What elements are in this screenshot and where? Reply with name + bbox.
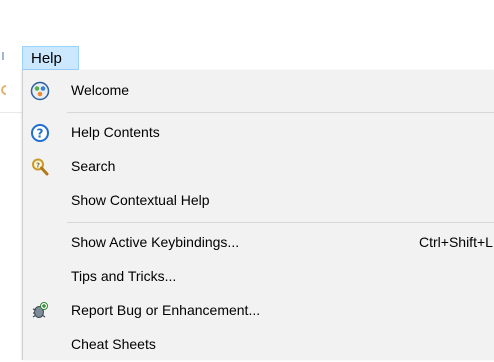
help-dropdown-menu: Welcome ? Help Contents ? Search Show Co… bbox=[22, 70, 494, 360]
help-menu-title[interactable]: Help bbox=[22, 46, 79, 70]
search-help-icon: ? bbox=[30, 157, 50, 177]
background-toolbar-icon bbox=[1, 85, 6, 95]
menu-item-search[interactable]: ? Search bbox=[23, 150, 494, 184]
menu-item-cheat-sheets[interactable]: Cheat Sheets bbox=[23, 328, 494, 362]
menu-separator bbox=[67, 112, 494, 113]
menu-item-label: Help Contents bbox=[71, 124, 160, 140]
menu-item-report-bug[interactable]: Report Bug or Enhancement... bbox=[23, 294, 494, 328]
welcome-icon bbox=[30, 81, 50, 101]
svg-text:?: ? bbox=[37, 127, 44, 141]
menu-item-tips-and-tricks[interactable]: Tips and Tricks... bbox=[23, 260, 494, 294]
menu-separator bbox=[67, 222, 494, 223]
menu-item-show-contextual-help[interactable]: Show Contextual Help bbox=[23, 184, 494, 218]
menu-item-label: Show Contextual Help bbox=[71, 192, 210, 208]
svg-text:?: ? bbox=[36, 162, 40, 170]
menu-item-label: Cheat Sheets bbox=[71, 336, 156, 352]
menu-item-welcome[interactable]: Welcome bbox=[23, 74, 494, 108]
help-question-icon: ? bbox=[30, 123, 50, 143]
menu-item-label: Tips and Tricks... bbox=[71, 268, 177, 284]
menu-item-label: Search bbox=[71, 158, 116, 174]
menu-item-label: Report Bug or Enhancement... bbox=[71, 302, 261, 318]
menu-item-show-active-keybindings[interactable]: Show Active Keybindings... Ctrl+Shift+L bbox=[23, 226, 494, 260]
bug-report-icon bbox=[30, 301, 50, 321]
menu-item-label: Show Active Keybindings... bbox=[71, 234, 240, 250]
menu-item-help-contents[interactable]: ? Help Contents bbox=[23, 116, 494, 150]
menu-item-label: Welcome bbox=[71, 82, 130, 98]
menu-item-shortcut: Ctrl+Shift+L bbox=[419, 234, 493, 250]
menu-bar-edge-marker bbox=[0, 50, 6, 62]
